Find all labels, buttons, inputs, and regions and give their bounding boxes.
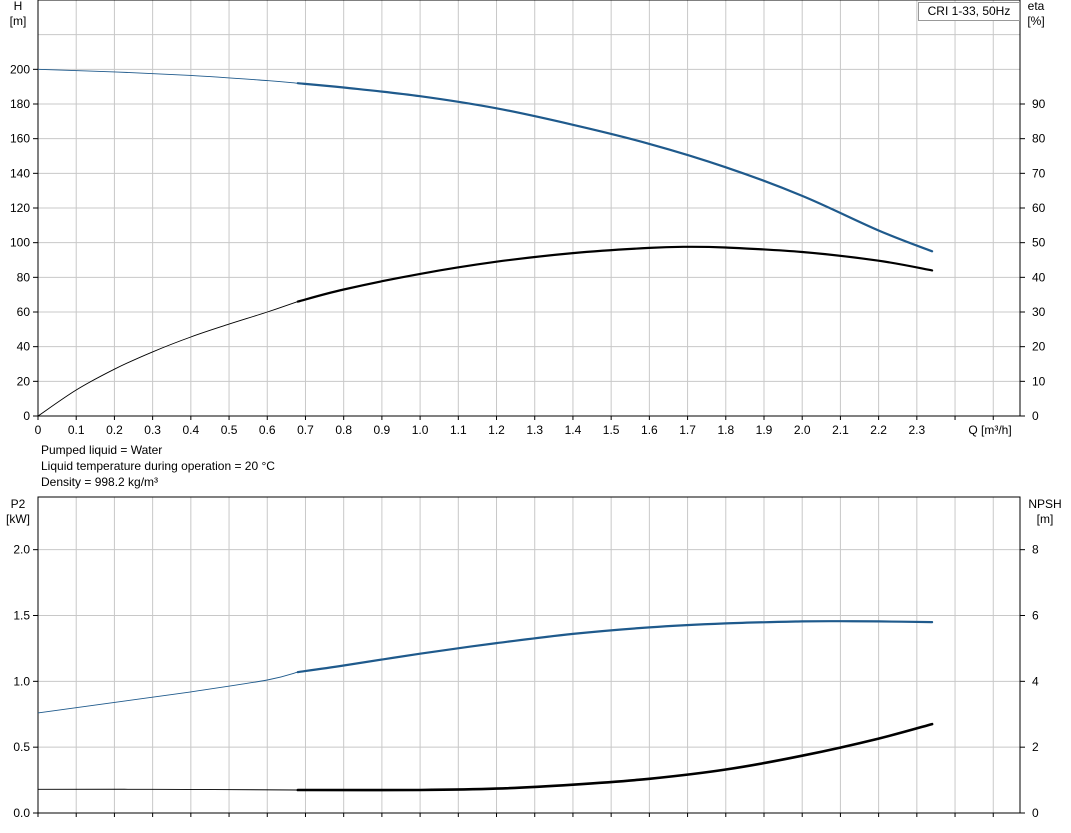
legend-box: CRI 1-33, 50Hz bbox=[918, 2, 1020, 21]
panel1-left-tick-label: 120 bbox=[10, 201, 30, 215]
panel2-left-tick-label: 1.5 bbox=[13, 609, 30, 623]
panel1-x-tick-label: 1.4 bbox=[565, 423, 582, 437]
panel1-left-tick-label: 140 bbox=[10, 166, 30, 180]
panel1-right-tick-label: 50 bbox=[1032, 236, 1046, 250]
panel1-left-tick-label: 160 bbox=[10, 132, 30, 146]
panel1-x-tick-label: 1.0 bbox=[412, 423, 429, 437]
panel2-series-2-curve-extrapolated bbox=[37, 788, 298, 791]
panel1-x-tick-label: 1.8 bbox=[717, 423, 734, 437]
legend-label: CRI 1-33, 50Hz bbox=[927, 4, 1011, 18]
panel2-left-tick-label: 0.5 bbox=[13, 740, 30, 754]
panel1-right-tick-label: 70 bbox=[1032, 166, 1046, 180]
panel2-right-tick-label: 6 bbox=[1032, 609, 1039, 623]
panel1-left-tick-label: 180 bbox=[10, 97, 30, 111]
panel1-x-tick-label: 1.7 bbox=[679, 423, 696, 437]
panel1-x-tick-label: 0.1 bbox=[68, 423, 85, 437]
panel1-right-tick-label: 90 bbox=[1032, 97, 1046, 111]
panel1-x-tick-label: 0.6 bbox=[259, 423, 276, 437]
panel1-left-tick-label: 20 bbox=[17, 374, 31, 388]
panel1-right-tick-label: 10 bbox=[1032, 374, 1046, 388]
panel1-right-tick-label: 40 bbox=[1032, 270, 1046, 284]
panel2-left-axis-title: P2 bbox=[11, 497, 26, 511]
panel2-left-axis-unit: [kW] bbox=[6, 512, 30, 526]
liquid-temperature-text: Liquid temperature during operation = 20… bbox=[41, 459, 275, 473]
panel1-x-axis-title: Q [m³/h] bbox=[968, 423, 1011, 437]
panel1-x-tick-label: 1.3 bbox=[526, 423, 543, 437]
panel2-right-tick-label: 8 bbox=[1032, 543, 1039, 557]
panel1-right-tick-label: 80 bbox=[1032, 132, 1046, 146]
panel1-left-tick-label: 0 bbox=[23, 409, 30, 423]
panel2-right-tick-label: 4 bbox=[1032, 674, 1039, 688]
panel1-left-tick-label: 80 bbox=[17, 270, 31, 284]
panel1-x-tick-label: 0.5 bbox=[221, 423, 238, 437]
plots-layer: 0204060801001201401601802000102030405060… bbox=[6, 0, 1062, 820]
panel1-x-tick-label: 2.3 bbox=[908, 423, 925, 437]
panel1-left-tick-label: 100 bbox=[10, 236, 30, 250]
panel2-left-tick-label: 2.0 bbox=[13, 543, 30, 557]
liquid-info: Pumped liquid = Water Liquid temperature… bbox=[41, 442, 275, 490]
panel1-left-tick-label: 200 bbox=[10, 62, 30, 76]
panel1-x-tick-label: 0 bbox=[35, 423, 42, 437]
panel2-left-tick-label: 0.0 bbox=[13, 806, 30, 820]
panel1-x-tick-label: 2.2 bbox=[870, 423, 887, 437]
panel1-x-tick-label: 0.9 bbox=[374, 423, 391, 437]
panel1-x-tick-label: 1.1 bbox=[450, 423, 467, 437]
density-text: Density = 998.2 kg/m³ bbox=[41, 475, 159, 489]
panel1-x-tick-label: 0.3 bbox=[144, 423, 161, 437]
panel2-left-tick-label: 1.0 bbox=[13, 674, 30, 688]
panel1-series-2-curve-duty bbox=[296, 245, 934, 303]
panel1-left-tick-label: 60 bbox=[17, 305, 31, 319]
panel1-right-tick-label: 20 bbox=[1032, 340, 1046, 354]
panel2-frame bbox=[37, 496, 1021, 814]
panel1-x-tick-label: 0.7 bbox=[297, 423, 314, 437]
panel1-x-tick-label: 1.5 bbox=[603, 423, 620, 437]
panel1-x-tick-label: 1.2 bbox=[488, 423, 505, 437]
panel1-series-1-curve-extrapolated bbox=[37, 68, 298, 84]
panel1-x-tick-label: 0.4 bbox=[182, 423, 199, 437]
pump-curve-chart: 0204060801001201401601802000102030405060… bbox=[6, 0, 1062, 820]
panel1-right-axis-title: eta bbox=[1028, 0, 1045, 13]
panel2-right-tick-label: 0 bbox=[1032, 806, 1039, 820]
panel1-x-tick-label: 0.2 bbox=[106, 423, 123, 437]
panel1-left-axis-title: H bbox=[14, 0, 23, 13]
panel1-right-tick-label: 30 bbox=[1032, 305, 1046, 319]
panel1-x-tick-label: 1.6 bbox=[641, 423, 658, 437]
panel1-right-tick-label: 0 bbox=[1032, 409, 1039, 423]
panel2-right-axis-unit: [m] bbox=[1037, 512, 1054, 526]
panel1-x-tick-label: 2.1 bbox=[832, 423, 849, 437]
panel2-series-1-curve-duty bbox=[296, 620, 934, 674]
panel2-series-1-curve-extrapolated bbox=[37, 671, 298, 714]
panel1-right-tick-label: 60 bbox=[1032, 201, 1046, 215]
panel2-right-axis-title: NPSH bbox=[1028, 497, 1061, 511]
panel1-right-axis-unit: [%] bbox=[1027, 14, 1044, 28]
panel1-left-tick-label: 40 bbox=[17, 340, 31, 354]
panel1-x-tick-label: 1.9 bbox=[756, 423, 773, 437]
panel2-right-tick-label: 2 bbox=[1032, 740, 1039, 754]
panel1-left-axis-unit: [m] bbox=[10, 14, 27, 28]
panel1-series-1-curve-duty bbox=[296, 82, 934, 253]
panel2-series-2-curve-duty bbox=[296, 722, 934, 792]
panel1-x-tick-label: 0.8 bbox=[335, 423, 352, 437]
panel1-series-2-curve-extrapolated bbox=[37, 301, 298, 417]
panel1-x-tick-label: 2.0 bbox=[794, 423, 811, 437]
pumped-liquid-text: Pumped liquid = Water bbox=[41, 443, 163, 457]
